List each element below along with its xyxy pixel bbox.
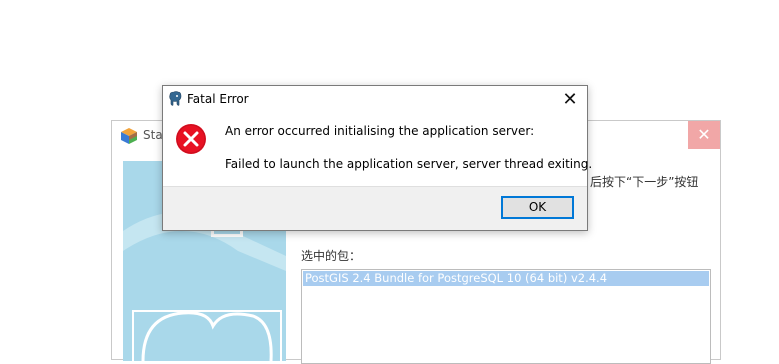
dialog-close-button[interactable]: ✕ xyxy=(557,88,583,112)
postgres-elephant-icon xyxy=(167,91,183,107)
background-instruction-text: 后按下“下一步”按钮 xyxy=(590,175,699,189)
fatal-error-dialog: Fatal Error ✕ An error occurred initiali… xyxy=(162,85,592,231)
stackbuilder-cube-icon xyxy=(120,127,138,145)
dialog-title: Fatal Error xyxy=(187,92,249,106)
selected-packages-label: 选中的包： xyxy=(301,249,362,263)
error-message-primary: An error occurred initialising the appli… xyxy=(225,124,535,138)
selected-packages-list[interactable]: PostGIS 2.4 Bundle for PostgreSQL 10 (64… xyxy=(301,269,711,364)
dialog-titlebar: Fatal Error ✕ xyxy=(163,86,587,114)
ok-button[interactable]: OK xyxy=(501,196,574,219)
error-message-detail: Failed to launch the application server,… xyxy=(225,157,593,171)
dialog-button-bar: OK xyxy=(163,186,587,230)
package-list-item[interactable]: PostGIS 2.4 Bundle for PostgreSQL 10 (64… xyxy=(303,271,709,286)
error-x-icon xyxy=(175,123,207,155)
background-close-button[interactable]: ✕ xyxy=(688,121,720,149)
